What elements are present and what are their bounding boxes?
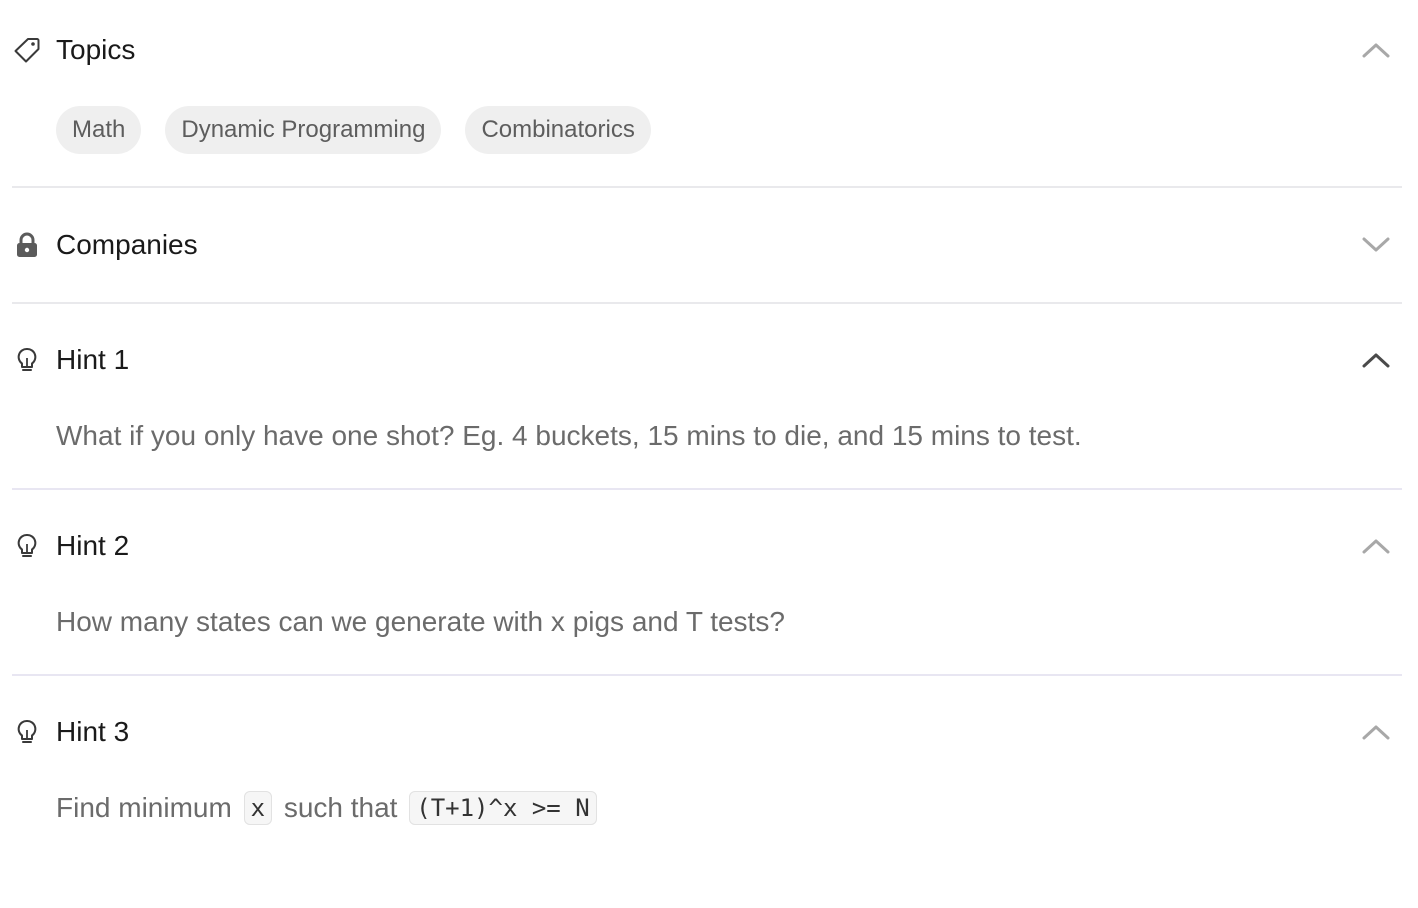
chevron-up-icon[interactable] [1360, 344, 1392, 376]
hint-3-text-part: such that [283, 792, 398, 823]
chevron-up-icon[interactable] [1360, 34, 1392, 66]
topics-section: Topics Math Dynamic Programming Combinat… [12, 0, 1402, 188]
lightbulb-icon [12, 531, 42, 561]
hint-3-body: Find minimum x such that (T+1)^x >= N [12, 788, 1402, 908]
problem-info-panel: Topics Math Dynamic Programming Combinat… [12, 0, 1402, 908]
companies-title: Companies [56, 229, 198, 260]
hint-2-text: How many states can we generate with x p… [56, 606, 785, 637]
hint-1-header[interactable]: Hint 1 [12, 304, 1402, 416]
hint-1-body: What if you only have one shot? Eg. 4 bu… [12, 416, 1402, 488]
topics-title: Topics [56, 34, 136, 65]
chevron-up-icon[interactable] [1360, 530, 1392, 562]
hint-1-title: Hint 1 [56, 344, 130, 375]
topic-tag-dynamic-programming[interactable]: Dynamic Programming [165, 106, 442, 154]
hint-2-title: Hint 2 [56, 530, 130, 561]
hint-2-header[interactable]: Hint 2 [12, 490, 1402, 602]
hint-3-title: Hint 3 [56, 716, 130, 747]
hint-2-section: Hint 2 How many states can we generate w… [12, 490, 1402, 676]
hint-3-text-part: Find minimum [56, 792, 232, 823]
inline-code: x [243, 791, 273, 825]
topic-tag-combinatorics[interactable]: Combinatorics [465, 106, 651, 154]
companies-section: Companies [12, 188, 1402, 304]
hint-2-body: How many states can we generate with x p… [12, 602, 1402, 674]
inline-code: (T+1)^x >= N [409, 791, 597, 825]
hint-1-section: Hint 1 What if you only have one shot? E… [12, 304, 1402, 490]
hint-3-text: Find minimum x such that (T+1)^x >= N [56, 788, 601, 828]
tag-icon [12, 35, 42, 65]
topics-body: Math Dynamic Programming Combinatorics [12, 100, 1402, 186]
hint-3-header[interactable]: Hint 3 [12, 676, 1402, 788]
companies-header[interactable]: Companies [12, 188, 1402, 302]
lock-icon [12, 230, 42, 260]
lightbulb-icon [12, 717, 42, 747]
lightbulb-icon [12, 345, 42, 375]
topics-header[interactable]: Topics [12, 0, 1402, 100]
topic-tags: Math Dynamic Programming Combinatorics [56, 106, 651, 154]
chevron-down-icon[interactable] [1360, 229, 1392, 261]
hint-1-text: What if you only have one shot? Eg. 4 bu… [56, 420, 1082, 451]
chevron-up-icon[interactable] [1360, 716, 1392, 748]
topic-tag-math[interactable]: Math [56, 106, 142, 154]
hint-3-section: Hint 3 Find minimum x such that (T+1)^x … [12, 676, 1402, 908]
